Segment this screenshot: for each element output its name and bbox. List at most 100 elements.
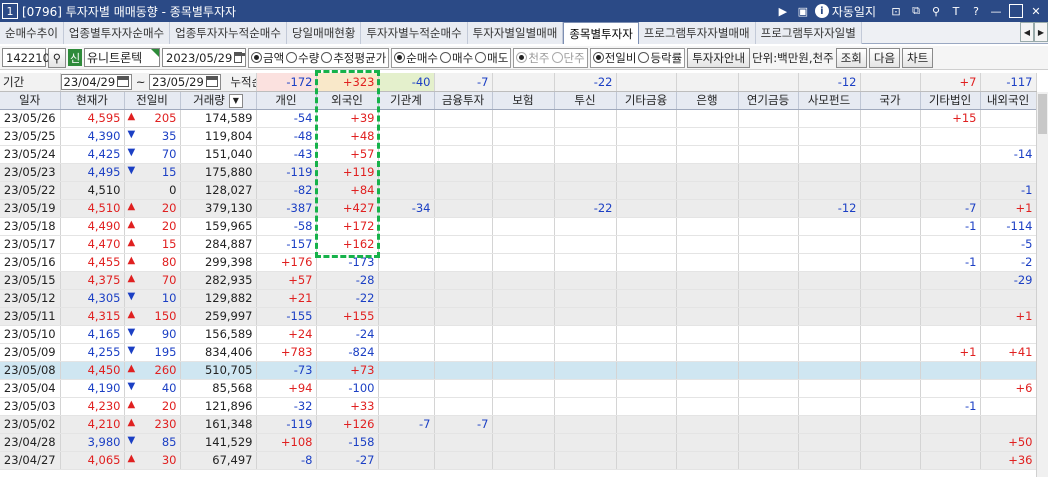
radio-single-shares[interactable]: 단주: [551, 50, 585, 66]
table-row[interactable]: 23/04/27 4,065 ▲ 30 67,497 -8 -27 +36: [0, 451, 1037, 470]
cell-private-fund: [798, 109, 861, 128]
search-icon[interactable]: ⚲: [48, 47, 66, 68]
date-input[interactable]: 2023/05/29: [162, 48, 246, 67]
table-row[interactable]: 23/05/09 4,255 ▼ 195 834,406 +783 -824 +1 +41: [0, 343, 1037, 362]
col-header-other-corp[interactable]: 기타법인: [920, 91, 981, 110]
tab-investor-daily[interactable]: 투자자별일별매매: [467, 22, 564, 44]
table-row[interactable]: 23/05/19 4,510 ▲ 20 379,130 -387 +427 -34 -22 -12…: [0, 199, 1037, 218]
table-row[interactable]: 23/05/08 4,450 ▲ 260 510,705 -73 +73: [0, 361, 1037, 380]
table-row[interactable]: 23/05/10 4,165 ▼ 90 156,589 +24 -24: [0, 325, 1037, 344]
table-row[interactable]: 23/05/17 4,470 ▲ 15 284,887 -157 +162 -5: [0, 235, 1037, 254]
radio-amount[interactable]: 금액: [251, 50, 284, 66]
table-row[interactable]: 23/05/18 4,490 ▲ 20 159,965 -58 +172 -1 -114: [0, 217, 1037, 236]
cell-pension: [738, 415, 799, 434]
calendar-icon[interactable]: [117, 76, 130, 88]
radio-estimated-avg[interactable]: 추정평균가: [321, 50, 386, 66]
scrollbar-thumb[interactable]: [1038, 94, 1047, 134]
col-header-pension[interactable]: 연기금등: [738, 91, 799, 110]
help-icon[interactable]: ?: [968, 3, 984, 19]
search-button[interactable]: 조회: [835, 47, 867, 68]
table-row[interactable]: 23/05/24 4,425 ▼ 70 151,040 -43 +57 -14: [0, 145, 1037, 164]
sort-dropdown-icon[interactable]: ▼: [228, 93, 243, 108]
cell-trust: -22: [554, 199, 617, 218]
radio-dot-icon: [638, 52, 650, 63]
next-button[interactable]: 다음: [868, 47, 901, 68]
col-header-financial-invest[interactable]: 금융투자: [434, 91, 493, 110]
cell-change: ▼ 40: [124, 379, 181, 398]
tab-scroll-left-icon[interactable]: ◀: [1020, 22, 1034, 42]
cell-nation: [860, 379, 921, 398]
radio-thousand-shares[interactable]: 천주: [516, 50, 550, 66]
col-header-nation[interactable]: 국가: [860, 91, 921, 110]
cell-date: 23/05/11: [0, 307, 61, 326]
radio-net-buy[interactable]: 순매수: [394, 50, 438, 66]
stock-name-display[interactable]: 유니트론텍: [84, 48, 160, 67]
investor-info-button[interactable]: 투자자안내: [687, 47, 751, 68]
table-row[interactable]: 23/05/12 4,305 ▼ 10 129,882 +21 -22: [0, 289, 1037, 308]
table-row[interactable]: 23/05/11 4,315 ▲ 150 259,997 -155 +155 +1: [0, 307, 1037, 326]
period-from-input[interactable]: 23/04/29: [60, 73, 133, 90]
radio-prev-day[interactable]: 전일비: [592, 50, 636, 66]
tab-scroll-right-icon[interactable]: ▶: [1034, 22, 1048, 42]
col-header-institution[interactable]: 기관계: [378, 91, 435, 110]
col-header-date[interactable]: 일자: [0, 91, 61, 110]
tab-daily-trading-status[interactable]: 당일매매현황: [286, 22, 362, 44]
col-header-foreign[interactable]: 외국인: [316, 91, 379, 110]
table-row[interactable]: 23/05/03 4,230 ▲ 20 121,896 -32 +33 -1: [0, 397, 1037, 416]
pin-icon[interactable]: ⚲: [928, 3, 944, 19]
table-row[interactable]: 23/05/04 4,190 ▼ 40 85,568 +94 -100 +6: [0, 379, 1037, 398]
col-header-volume[interactable]: 거래량 ▼: [180, 91, 257, 110]
table-row[interactable]: 23/05/22 4,510 0 128,027 -82 +84 -1: [0, 181, 1037, 200]
col-header-other-finance[interactable]: 기타금융: [616, 91, 677, 110]
table-row[interactable]: 23/05/16 4,455 ▲ 80 299,398 +176 -173 -1 -2: [0, 253, 1037, 272]
memo-icon[interactable]: ▣: [795, 3, 811, 19]
cell-volume: 85,568: [180, 379, 257, 398]
tab-stock-investor[interactable]: 종목별투자자: [563, 22, 639, 44]
chart-button[interactable]: 차트: [902, 47, 934, 68]
period-to-input[interactable]: 23/05/29: [149, 73, 221, 90]
cell-trust: [554, 145, 617, 164]
radio-buy[interactable]: 매수: [440, 50, 473, 66]
cell-private-fund: [798, 361, 861, 380]
radio-quantity[interactable]: 수량: [286, 50, 319, 66]
tab-net-buy-trend[interactable]: 순매수추이: [0, 22, 64, 44]
tab-investor-cumulative[interactable]: 투자자별누적순매수: [361, 22, 468, 44]
copy-icon[interactable]: ⧉: [908, 3, 924, 19]
calendar-icon[interactable]: [234, 52, 245, 63]
change-value: 40: [161, 381, 177, 395]
maximize-icon[interactable]: [1008, 3, 1024, 19]
vertical-scrollbar[interactable]: [1036, 92, 1048, 477]
cell-other-corp: [920, 163, 981, 182]
calendar-icon[interactable]: [205, 76, 218, 88]
cell-domestic-foreign: +6: [980, 379, 1037, 398]
cell-date: 23/05/22: [0, 181, 61, 200]
table-row[interactable]: 23/04/28 3,980 ▼ 85 141,529 +108 -158 +50: [0, 433, 1037, 452]
table-row[interactable]: 23/05/23 4,495 ▼ 15 175,880 -119 +119: [0, 163, 1037, 182]
table-row[interactable]: 23/05/15 4,375 ▲ 70 282,935 +57 -28 -29: [0, 271, 1037, 290]
table-row[interactable]: 23/05/26 4,595 ▲ 205 174,589 -54 +39 +15: [0, 109, 1037, 128]
autolock-toggle[interactable]: i 자동일지: [814, 3, 876, 20]
col-header-bank[interactable]: 은행: [676, 91, 739, 110]
font-size-icon[interactable]: T: [948, 3, 964, 19]
tab-program-investor-daily[interactable]: 프로그램투자자일별: [755, 22, 862, 44]
stock-code-input[interactable]: 142210: [2, 48, 50, 67]
radio-sell[interactable]: 매도: [475, 50, 508, 66]
table-row[interactable]: 23/05/25 4,390 ▼ 35 119,804 -48 +48: [0, 127, 1037, 146]
tab-sector-investor-net-buy[interactable]: 업종별투자자순매수: [63, 22, 171, 44]
minimize-icon[interactable]: —: [988, 3, 1004, 19]
col-header-price[interactable]: 현재가: [60, 91, 125, 110]
col-header-change[interactable]: 전일비: [124, 91, 181, 110]
tab-sector-investor-cumulative[interactable]: 업종투자자누적순매수: [170, 22, 287, 44]
play-icon[interactable]: ▶: [775, 3, 791, 19]
col-header-individual[interactable]: 개인: [256, 91, 317, 110]
tab-program-investor[interactable]: 프로그램투자자별매매: [638, 22, 756, 44]
radio-dot-icon: [286, 52, 298, 63]
radio-change-rate[interactable]: 등락률: [638, 50, 682, 66]
close-icon[interactable]: ✕: [1028, 3, 1044, 19]
col-header-insurance[interactable]: 보험: [492, 91, 555, 110]
table-row[interactable]: 23/05/02 4,210 ▲ 230 161,348 -119 +126 -7 -7: [0, 415, 1037, 434]
col-header-private-fund[interactable]: 사모펀드: [798, 91, 861, 110]
link-icon[interactable]: ⊡: [888, 3, 904, 19]
col-header-trust[interactable]: 투신: [554, 91, 617, 110]
col-header-domestic-foreign[interactable]: 내외국인: [980, 91, 1037, 110]
